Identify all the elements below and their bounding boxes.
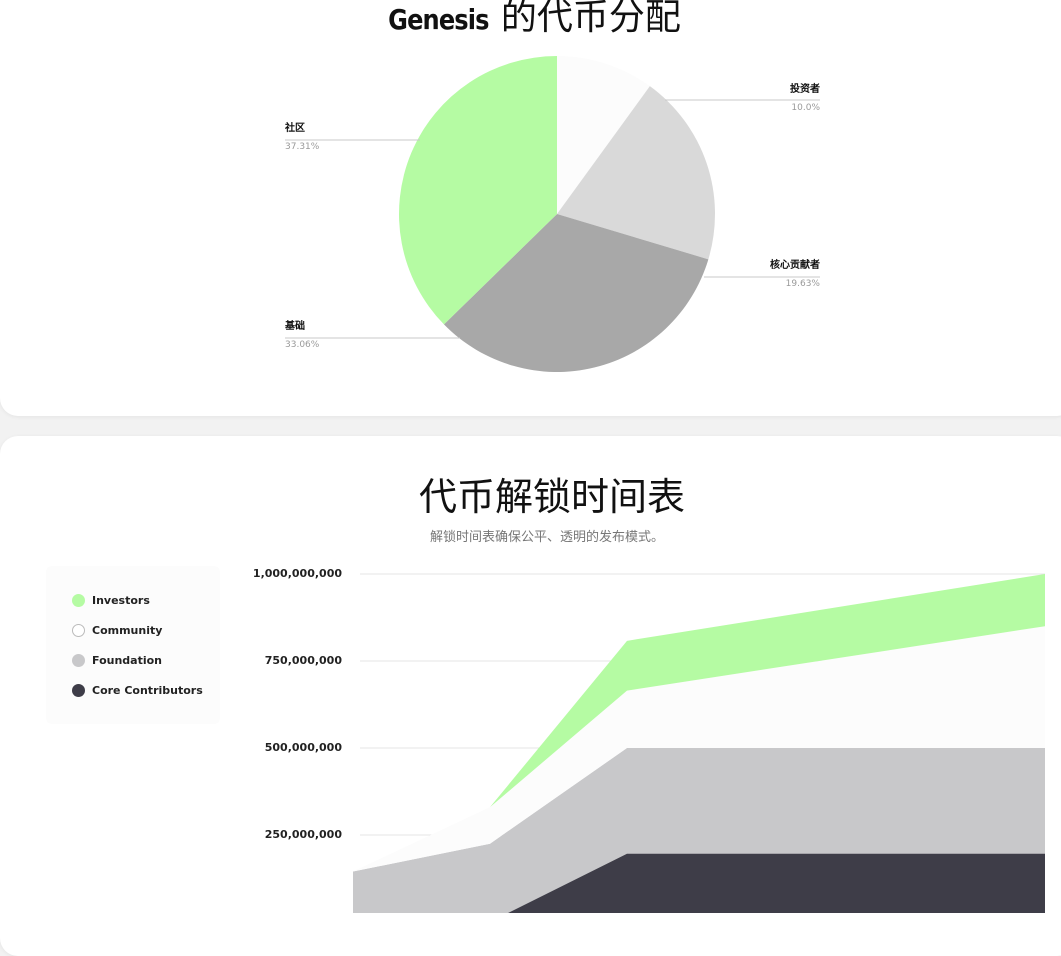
unlock-area-chart	[353, 573, 1045, 913]
